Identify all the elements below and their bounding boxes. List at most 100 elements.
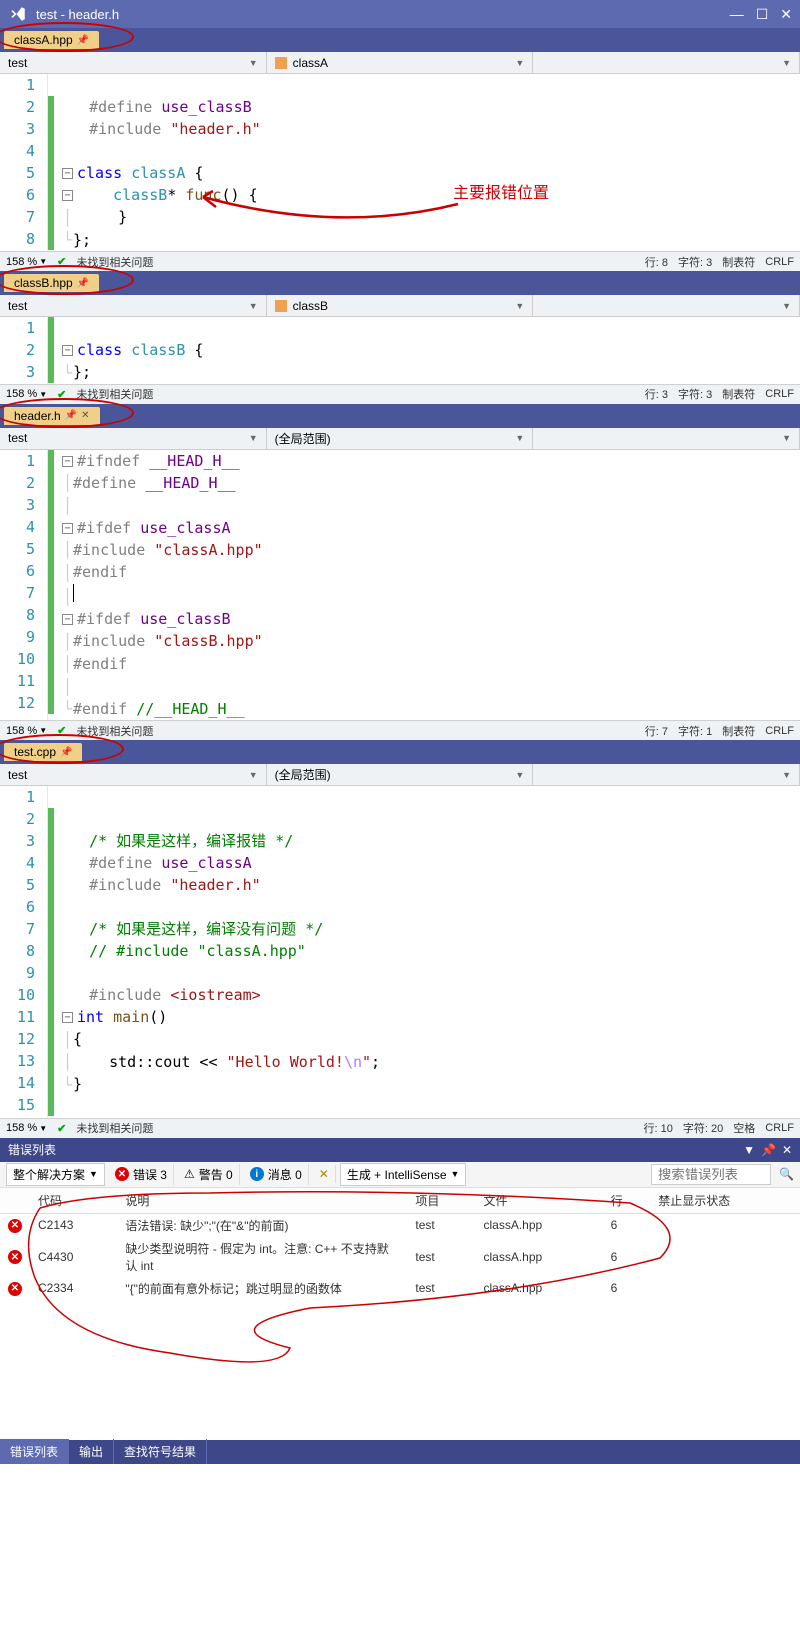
empty-space xyxy=(0,1300,800,1440)
scope-combo[interactable]: classA▼ xyxy=(267,52,534,73)
scope-filter[interactable]: 整个解决方案 ▼ xyxy=(6,1163,105,1186)
messages-filter[interactable]: i消息 0 xyxy=(244,1164,309,1185)
table-row[interactable]: ✕ C4430 缺少类型说明符 - 假定为 int。注意: C++ 不支持默认 … xyxy=(0,1237,800,1277)
status-bar: 158 %▼ ✔ 未找到相关问题 行: 8 字符: 3 制表符 CRLF xyxy=(0,251,800,271)
member-combo[interactable]: ▼ xyxy=(533,428,800,449)
col-desc[interactable]: 说明 xyxy=(117,1188,407,1214)
tab-row-header: header.h 📌 ✕ xyxy=(0,404,800,428)
minimize-icon[interactable]: — xyxy=(730,6,744,23)
check-icon: ✔ xyxy=(57,388,66,401)
member-combo[interactable]: ▼ xyxy=(533,52,800,73)
project-combo[interactable]: test▼ xyxy=(0,764,267,785)
window-title: test - header.h xyxy=(36,7,730,22)
fold-icon[interactable]: − xyxy=(62,523,73,534)
error-file: classA.hpp xyxy=(475,1277,602,1300)
fold-icon[interactable]: − xyxy=(62,190,73,201)
title-bar: test - header.h — ☐ ✕ xyxy=(0,0,800,28)
error-icon: ✕ xyxy=(115,1167,129,1181)
zoom-combo[interactable]: 158 %▼ xyxy=(6,1122,47,1134)
pin-icon[interactable]: 📌 xyxy=(77,35,89,46)
fold-icon[interactable]: − xyxy=(62,345,73,356)
fold-icon[interactable]: − xyxy=(62,1012,73,1023)
status-bar: 158 %▼ ✔ 未找到相关问题 行: 10 字符: 20 空格 CRLF xyxy=(0,1118,800,1138)
nav-bar: test▼ classB▼ ▼ xyxy=(0,295,800,317)
tab-testcpp[interactable]: test.cpp 📌 xyxy=(4,743,82,761)
fold-icon[interactable]: − xyxy=(62,456,73,467)
col-code[interactable]: 代码 xyxy=(30,1188,117,1214)
tab-error-list[interactable]: 错误列表 xyxy=(0,1439,69,1464)
zoom-combo[interactable]: 158 %▼ xyxy=(6,388,47,400)
pin-icon[interactable]: 📌 xyxy=(77,278,89,289)
scope-combo[interactable]: classB▼ xyxy=(267,295,534,316)
line-gutter: 123456789101112 xyxy=(0,450,48,721)
tab-output[interactable]: 输出 xyxy=(69,1439,114,1464)
code-area[interactable]: /* 如果是这样，编译报错 */ #define use_classA #inc… xyxy=(58,786,800,1118)
error-desc: "{"的前面有意外标记；跳过明显的函数体 xyxy=(117,1277,407,1300)
issue-status: 未找到相关问题 xyxy=(76,254,153,270)
editor-testcpp[interactable]: 123456789101112131415 /* 如果是这样，编译报错 */ #… xyxy=(0,786,800,1118)
nav-bar: test▼ (全局范围)▼ ▼ xyxy=(0,764,800,786)
member-combo[interactable]: ▼ xyxy=(533,295,800,316)
col-file[interactable]: 文件 xyxy=(475,1188,602,1214)
col-suppress[interactable]: 禁止显示状态 xyxy=(650,1188,800,1214)
search-input[interactable] xyxy=(651,1164,771,1185)
code-area[interactable]: −#ifndef __HEAD_H__ │#define __HEAD_H__ … xyxy=(58,450,800,721)
table-row[interactable]: ✕ C2334 "{"的前面有意外标记；跳过明显的函数体 test classA… xyxy=(0,1277,800,1300)
filter-icon: ✕ xyxy=(319,1167,329,1181)
errors-filter[interactable]: ✕错误 3 xyxy=(109,1164,174,1185)
error-desc: 语法错误: 缺少";"(在"&"的前面) xyxy=(117,1213,407,1237)
search-icon[interactable]: 🔍 xyxy=(779,1167,794,1181)
editor-header[interactable]: 123456789101112 −#ifndef __HEAD_H__ │#de… xyxy=(0,450,800,721)
tab-classb[interactable]: classB.hpp 📌 xyxy=(4,274,99,292)
table-header-row: 代码 说明 项目 文件 行 禁止显示状态 xyxy=(0,1188,800,1214)
error-icon: ✕ xyxy=(8,1250,22,1264)
warnings-filter[interactable]: ⚠警告 0 xyxy=(178,1164,240,1185)
fold-icon[interactable]: − xyxy=(62,614,73,625)
error-project: test xyxy=(407,1213,475,1237)
fold-icon[interactable]: − xyxy=(62,168,73,179)
error-code: C2143 xyxy=(30,1213,117,1237)
nav-bar: test▼ (全局范围)▼ ▼ xyxy=(0,428,800,450)
pin-icon[interactable]: 📌 xyxy=(60,747,72,758)
zoom-combo[interactable]: 158 %▼ xyxy=(6,256,47,268)
error-icon: ✕ xyxy=(8,1219,22,1233)
pin-icon[interactable]: 📌 xyxy=(761,1143,776,1157)
line-gutter: 123456789101112131415 xyxy=(0,786,48,1118)
project-combo[interactable]: test▼ xyxy=(0,295,267,316)
maximize-icon[interactable]: ☐ xyxy=(756,6,769,23)
error-filter-bar: 整个解决方案 ▼ ✕错误 3 ⚠警告 0 i消息 0 ✕ 生成 + Intell… xyxy=(0,1162,800,1188)
clear-filter[interactable]: ✕ xyxy=(313,1165,336,1183)
status-bar: 158 %▼ ✔ 未找到相关问题 行: 3 字符: 3 制表符 CRLF xyxy=(0,384,800,404)
close-tab-icon[interactable]: ✕ xyxy=(81,410,89,421)
warning-icon: ⚠ xyxy=(184,1167,195,1181)
col-line[interactable]: 行 xyxy=(603,1188,651,1214)
error-code: C4430 xyxy=(30,1237,117,1277)
editor-classb[interactable]: 123 −class classB { └}; xyxy=(0,317,800,384)
close-icon[interactable]: ✕ xyxy=(782,1143,792,1157)
check-icon: ✔ xyxy=(57,255,66,268)
tab-row-classb: classB.hpp 📌 xyxy=(0,271,800,295)
scope-combo[interactable]: (全局范围)▼ xyxy=(267,764,534,785)
error-project: test xyxy=(407,1237,475,1277)
tab-classa[interactable]: classA.hpp 📌 xyxy=(4,31,99,49)
dropdown-icon[interactable]: ▼ xyxy=(743,1143,755,1157)
line-gutter: 123 xyxy=(0,317,48,384)
tab-find-symbols[interactable]: 查找符号结果 xyxy=(114,1439,207,1464)
code-area[interactable]: #define use_classB #include "header.h" −… xyxy=(58,74,800,251)
project-combo[interactable]: test▼ xyxy=(0,52,267,73)
source-filter[interactable]: 生成 + IntelliSense ▼ xyxy=(340,1163,467,1186)
error-panel-header: 错误列表 ▼ 📌 ✕ xyxy=(0,1138,800,1162)
member-combo[interactable]: ▼ xyxy=(533,764,800,785)
scope-combo[interactable]: (全局范围)▼ xyxy=(267,428,534,449)
table-row[interactable]: ✕ C2143 语法错误: 缺少";"(在"&"的前面) test classA… xyxy=(0,1213,800,1237)
project-combo[interactable]: test▼ xyxy=(0,428,267,449)
close-icon[interactable]: ✕ xyxy=(780,6,792,23)
code-area[interactable]: −class classB { └}; xyxy=(58,317,800,384)
zoom-combo[interactable]: 158 %▼ xyxy=(6,725,47,737)
editor-classa[interactable]: 12345678 #define use_classB #include "he… xyxy=(0,74,800,251)
error-line: 6 xyxy=(603,1237,651,1277)
tab-header[interactable]: header.h 📌 ✕ xyxy=(4,407,100,425)
col-project[interactable]: 项目 xyxy=(407,1188,475,1214)
pin-icon[interactable]: 📌 xyxy=(65,410,77,421)
vs-logo-icon xyxy=(8,4,28,24)
